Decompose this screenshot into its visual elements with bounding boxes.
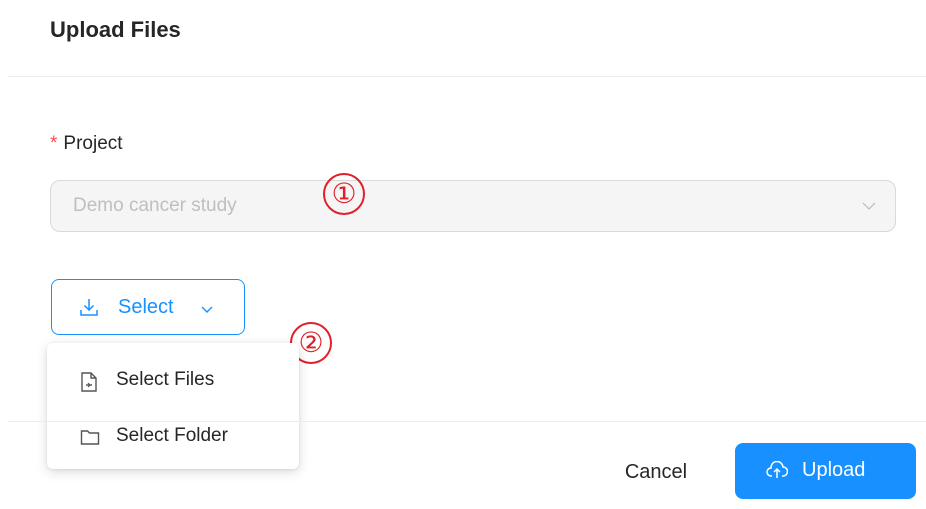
upload-button[interactable]: Upload [735, 443, 916, 499]
chevron-down-icon [200, 302, 214, 320]
menu-item-label: Select Folder [116, 425, 228, 446]
file-icon [80, 372, 98, 397]
required-mark: * [50, 133, 58, 154]
menu-item-label: Select Files [116, 369, 215, 390]
annotation-marker-1: ① [323, 173, 365, 215]
dialog-title: Upload Files [50, 17, 181, 42]
upload-button-label: Upload [802, 459, 866, 481]
project-label: * Project [50, 133, 123, 155]
select-button-label: Select [118, 296, 174, 318]
project-select-value: Demo cancer study [73, 195, 237, 216]
footer-divider [8, 421, 926, 422]
select-dropdown-menu: Select Files Select Folder [47, 343, 299, 469]
menu-item-select-folder[interactable]: Select Folder [47, 411, 299, 463]
cloud-upload-icon [766, 460, 789, 484]
header-divider [8, 76, 926, 77]
select-dropdown-button[interactable]: Select [51, 279, 245, 335]
folder-icon [80, 428, 100, 451]
chevron-down-icon [861, 199, 877, 217]
menu-item-select-files[interactable]: Select Files [47, 355, 299, 407]
cancel-button[interactable]: Cancel [596, 446, 716, 496]
project-label-text: Project [63, 133, 123, 154]
download-icon [79, 297, 99, 322]
project-select[interactable]: Demo cancer study [50, 180, 896, 232]
